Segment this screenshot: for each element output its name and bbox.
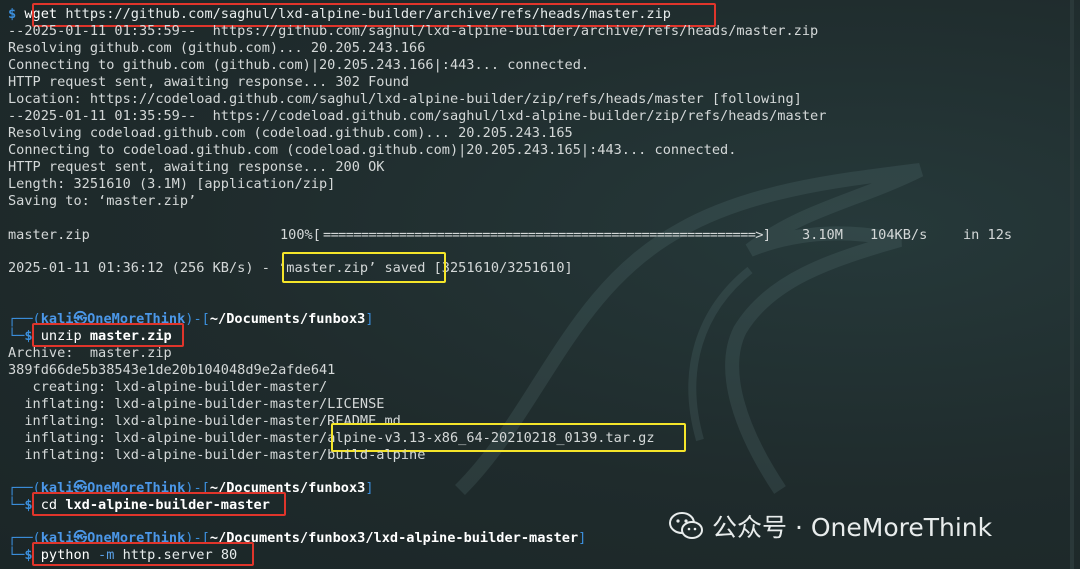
terminal-window[interactable]: $ wget https://github.com/saghul/lxd-alp… xyxy=(0,0,1080,569)
saved-prefix: 2025-01-11 01:36:12 (256 KB/s) - xyxy=(8,260,279,276)
output-line: Saving to: ‘master.zip’ xyxy=(8,193,197,209)
prompt-path: ~/Documents/funbox3/lxd-alpine-builder-m… xyxy=(209,530,579,546)
progress-percent: 100%[ xyxy=(280,227,321,243)
output-line: Location: https://codeload.github.com/sa… xyxy=(8,91,802,107)
output-line: --2025-01-11 01:35:59-- https://github.c… xyxy=(8,23,819,39)
kali-dragon-watermark-icon xyxy=(455,163,924,495)
output-line: Connecting to github.com (github.com)|20… xyxy=(8,57,590,73)
output-line: Connecting to codeload.github.com (codel… xyxy=(8,142,737,158)
output-line: --2025-01-11 01:35:59-- https://codeload… xyxy=(8,108,827,124)
progress-file: master.zip xyxy=(8,227,90,243)
progress-bar: ========================================… xyxy=(323,227,771,243)
watermark-text: 公众号 · OneMoreThink xyxy=(712,513,993,542)
output-line: HTTP request sent, awaiting response... … xyxy=(8,74,410,90)
progress-time: in 12s xyxy=(963,227,1013,243)
unzip-output-line: Archive: master.zip xyxy=(8,345,172,361)
output-line: Resolving codeload.github.com (codeload.… xyxy=(8,125,573,141)
output-line: Length: 3251610 (3.1M) [application/zip] xyxy=(8,176,336,192)
inflate-alpine-prefix: inflating: lxd-alpine-builder-master/ xyxy=(8,430,328,446)
red-highlight-unzip xyxy=(32,323,184,347)
red-highlight-python xyxy=(32,542,254,566)
saved-suffix: [3251610/3251610] xyxy=(425,260,573,276)
prompt-path: ~/Documents/funbox3 xyxy=(209,311,366,327)
unzip-output-line: inflating: lxd-alpine-builder-master/bui… xyxy=(8,447,426,463)
terminal-scrollbar[interactable] xyxy=(1070,0,1074,569)
red-highlight-cd xyxy=(32,492,286,516)
prompt-dollar: $ xyxy=(8,6,17,22)
unzip-output-line: creating: lxd-alpine-builder-master/ xyxy=(8,379,328,395)
wechat-watermark: 公众号 · OneMoreThink xyxy=(668,511,993,542)
unzip-output-line: inflating: lxd-alpine-builder-master/LIC… xyxy=(8,396,385,412)
output-line: HTTP request sent, awaiting response... … xyxy=(8,159,385,175)
yellow-highlight-saved xyxy=(282,252,446,283)
output-line: Resolving github.com (github.com)... 20.… xyxy=(8,40,426,56)
progress-size: 3.10M xyxy=(802,227,843,243)
progress-rate: 104KB/s xyxy=(870,227,928,243)
unzip-output-line: 389fd66de5b38543e1de20b104048d9e2afde641 xyxy=(8,362,336,378)
wechat-icon xyxy=(669,512,703,539)
